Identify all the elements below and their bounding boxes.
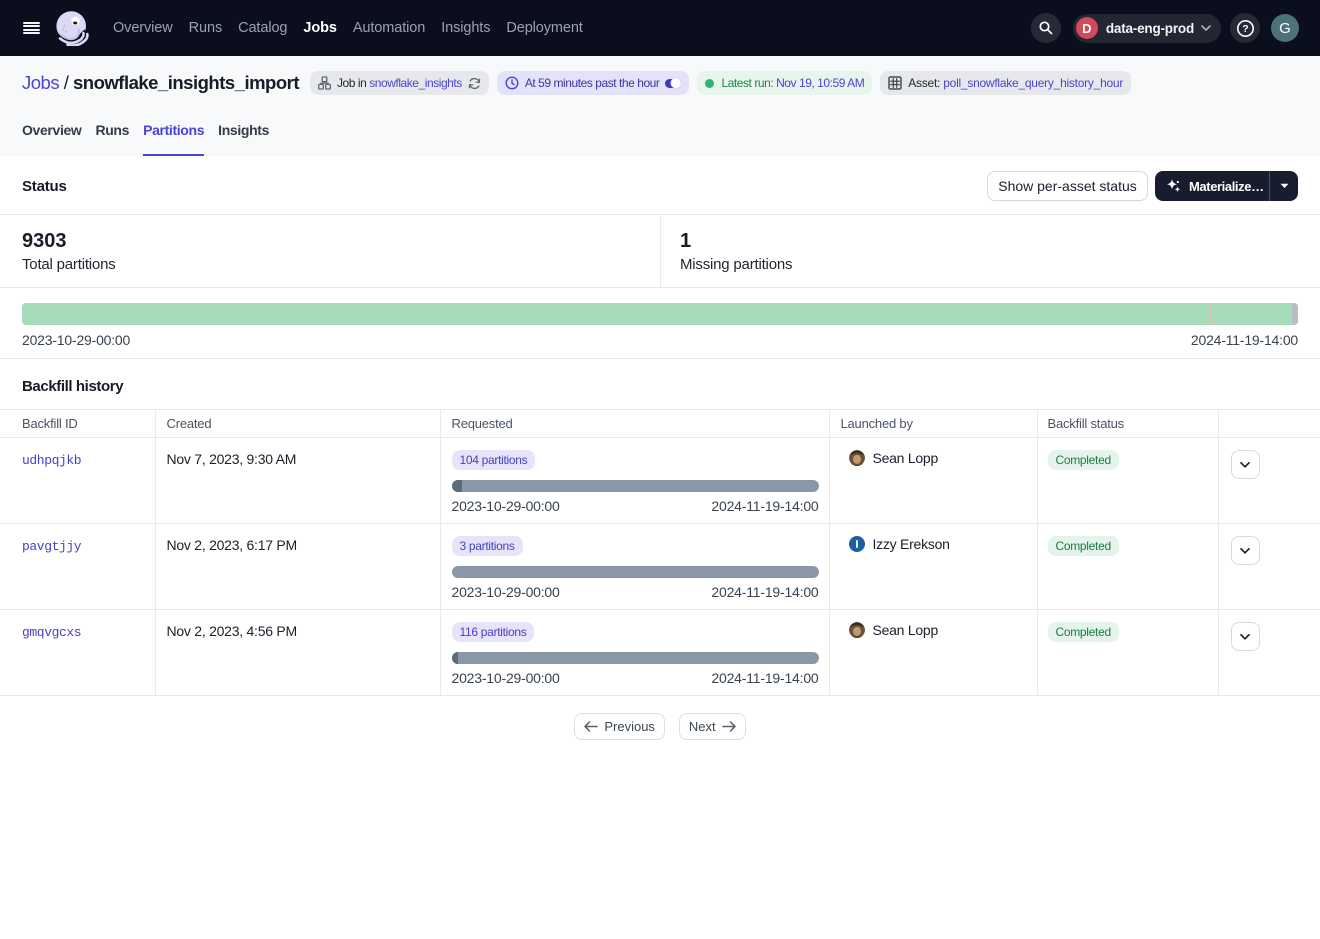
svg-text:?: ? xyxy=(1242,23,1248,35)
